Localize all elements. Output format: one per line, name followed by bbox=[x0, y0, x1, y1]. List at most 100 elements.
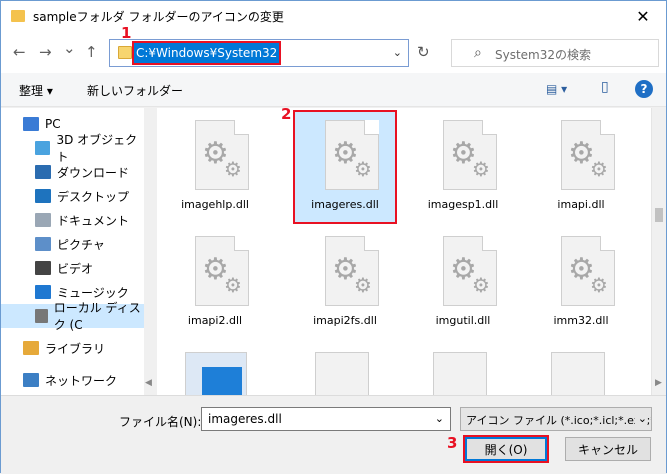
file-item[interactable]: ⚙ ⚙ imagesp1.dll bbox=[413, 112, 513, 222]
icon-change-dialog: sampleフォルダ フォルダーのアイコンの変更 ✕ ← → ⌄ ↑ C:¥Wi… bbox=[0, 0, 667, 474]
close-button[interactable]: ✕ bbox=[620, 1, 666, 31]
dll-file-icon: ⚙ ⚙ bbox=[325, 236, 379, 306]
file-item[interactable]: ⚙ ⚙ imapi.dll bbox=[531, 112, 631, 222]
dll-file-icon: ⚙ ⚙ bbox=[561, 120, 615, 190]
dll-file-icon[interactable] bbox=[551, 352, 605, 395]
file-item[interactable]: ⚙ ⚙ imapi2.dll bbox=[165, 228, 265, 338]
pc-icon bbox=[23, 117, 39, 131]
sidebar-item[interactable]: デスクトップ bbox=[1, 184, 146, 208]
network-icon bbox=[23, 373, 39, 387]
folder-icon bbox=[118, 46, 132, 59]
gear-icon: ⚙ bbox=[472, 273, 490, 297]
scrollbar-thumb[interactable] bbox=[655, 208, 663, 222]
file-name: imagehlp.dll bbox=[181, 198, 249, 211]
dll-file-icon: ⚙ ⚙ bbox=[561, 236, 615, 306]
sidebar-item[interactable]: ビデオ bbox=[1, 256, 146, 280]
sidebar-item[interactable]: ピクチャ bbox=[1, 232, 146, 256]
dll-file-icon: ⚙ ⚙ bbox=[195, 236, 249, 306]
sidebar-item[interactable]: 3D オブジェクト bbox=[1, 133, 146, 164]
gear-icon: ⚙ bbox=[590, 273, 608, 297]
file-name: imagesp1.dll bbox=[427, 198, 499, 211]
scroll-right-arrow-icon[interactable]: ▶ bbox=[655, 378, 662, 388]
file-item[interactable]: ⚙ ⚙ imm32.dll bbox=[531, 228, 631, 338]
chevron-down-icon[interactable]: ⌄ bbox=[634, 412, 647, 425]
music-icon bbox=[35, 285, 51, 299]
pictures-icon bbox=[35, 237, 51, 251]
dll-file-icon[interactable] bbox=[433, 352, 487, 395]
gear-icon: ⚙ bbox=[354, 157, 372, 181]
sidebar-item-label: ライブラリ bbox=[45, 341, 106, 356]
local-disk-icon bbox=[35, 309, 48, 323]
filename-input[interactable]: imageres.dll ⌄ bbox=[201, 407, 451, 431]
forward-arrow-icon[interactable]: → bbox=[39, 43, 52, 61]
recent-locations-chevron-icon[interactable]: ⌄ bbox=[63, 39, 76, 57]
window-title: sampleフォルダ フォルダーのアイコンの変更 bbox=[33, 9, 284, 24]
file-type-value[interactable]: アイコン ファイル (*.ico;*.icl;*.exe;*.dll) bbox=[466, 412, 651, 428]
sidebar-item-label: ローカル ディスク (C bbox=[53, 301, 141, 332]
chevron-down-icon[interactable]: ⌄ bbox=[393, 46, 402, 59]
sidebar-item-label: ドキュメント bbox=[57, 213, 130, 228]
search-placeholder: System32の検索 bbox=[495, 48, 592, 62]
sidebar-item[interactable]: ドキュメント bbox=[1, 208, 146, 232]
back-arrow-icon[interactable]: ← bbox=[13, 43, 26, 61]
file-item[interactable]: ⚙ ⚙ imapi2fs.dll bbox=[295, 228, 395, 338]
open-button[interactable]: 開く(O) bbox=[463, 435, 549, 463]
cancel-button[interactable]: キャンセル bbox=[565, 437, 651, 461]
file-item[interactable]: ⚙ ⚙ imagehlp.dll bbox=[165, 112, 265, 222]
sidebar-item[interactable]: ネットワーク bbox=[1, 368, 146, 392]
navigation-scrollbar[interactable] bbox=[144, 108, 156, 395]
dll-file-icon: ⚙ ⚙ bbox=[195, 120, 249, 190]
videos-icon bbox=[35, 261, 51, 275]
chevron-down-icon[interactable]: ⌄ bbox=[435, 412, 444, 425]
file-list-scrollbar[interactable] bbox=[651, 108, 666, 395]
file-name: imapi2fs.dll bbox=[313, 314, 377, 327]
folder-icon bbox=[11, 10, 25, 22]
sidebar-item[interactable]: ダウンロード bbox=[1, 160, 146, 184]
sidebar-item[interactable]: ローカル ディスク (C bbox=[1, 301, 146, 332]
file-list: ⚙ ⚙ imagehlp.dll ⚙ ⚙ imageres.dll ⚙ ⚙ imagesp1.d… bbox=[157, 108, 651, 395]
gear-icon: ⚙ bbox=[224, 273, 242, 297]
image-file-thumbnail[interactable] bbox=[185, 352, 247, 395]
sidebar-item-label: ダウンロード bbox=[57, 165, 130, 180]
dll-file-icon[interactable] bbox=[315, 352, 369, 395]
step-badge-1: 1 bbox=[121, 24, 132, 42]
search-icon: ⌕ bbox=[474, 45, 482, 61]
step-badge-2: 2 bbox=[281, 105, 292, 123]
address-bar: ← → ⌄ ↑ C:¥Windows¥System32 ⌄ 1 ↻ ⌕ Syst… bbox=[1, 24, 666, 73]
scroll-left-arrow-icon[interactable]: ◀ bbox=[145, 378, 152, 388]
preview-pane-icon[interactable]: ▯ bbox=[601, 79, 609, 95]
search-input[interactable]: ⌕ System32の検索 bbox=[451, 39, 659, 67]
file-item[interactable]: ⚙ ⚙ imgutil.dll bbox=[413, 228, 513, 338]
view-options-icon[interactable]: ▤ ▾ bbox=[546, 82, 567, 96]
sidebar-item-label: ネットワーク bbox=[45, 373, 118, 388]
step-badge-3: 3 bbox=[447, 434, 458, 452]
gear-icon: ⚙ bbox=[472, 157, 490, 181]
file-name: imm32.dll bbox=[553, 314, 609, 327]
organize-menu-button[interactable]: 整理 ▾ bbox=[19, 82, 53, 99]
sidebar-item-label: ピクチャ bbox=[57, 237, 105, 252]
gear-icon: ⚙ bbox=[224, 157, 242, 181]
filename-value[interactable]: imageres.dll bbox=[208, 412, 282, 426]
address-path-text[interactable]: C:¥Windows¥System32 bbox=[131, 41, 282, 65]
desktop-icon bbox=[35, 189, 51, 203]
up-arrow-icon[interactable]: ↑ bbox=[85, 43, 98, 61]
new-folder-button[interactable]: 新しいフォルダー bbox=[87, 82, 183, 99]
libraries-icon bbox=[23, 341, 39, 355]
help-icon[interactable]: ? bbox=[635, 80, 653, 98]
refresh-icon[interactable]: ↻ bbox=[417, 43, 430, 61]
dll-file-icon: ⚙ ⚙ bbox=[443, 236, 497, 306]
file-type-select[interactable]: アイコン ファイル (*.ico;*.icl;*.exe;*.dll) ⌄ bbox=[460, 407, 652, 431]
dialog-footer: ファイル名(N): imageres.dll ⌄ アイコン ファイル (*.ic… bbox=[1, 395, 666, 474]
sidebar-item[interactable]: ライブラリ bbox=[1, 336, 146, 360]
sidebar-item-label: PC bbox=[45, 117, 61, 131]
file-name: imgutil.dll bbox=[435, 314, 491, 327]
file-name: imageres.dll bbox=[311, 198, 379, 211]
file-name: imapi2.dll bbox=[187, 314, 243, 327]
gear-icon: ⚙ bbox=[354, 273, 372, 297]
sidebar-item-label: ビデオ bbox=[57, 261, 94, 276]
dll-file-icon: ⚙ ⚙ bbox=[443, 120, 497, 190]
command-toolbar: 整理 ▾ 新しいフォルダー ▤ ▾ ▯ ? bbox=[1, 73, 666, 107]
file-item[interactable]: ⚙ ⚙ imageres.dll bbox=[293, 110, 397, 224]
address-input[interactable]: C:¥Windows¥System32 ⌄ bbox=[109, 39, 409, 67]
thumbnail-preview bbox=[202, 367, 242, 395]
